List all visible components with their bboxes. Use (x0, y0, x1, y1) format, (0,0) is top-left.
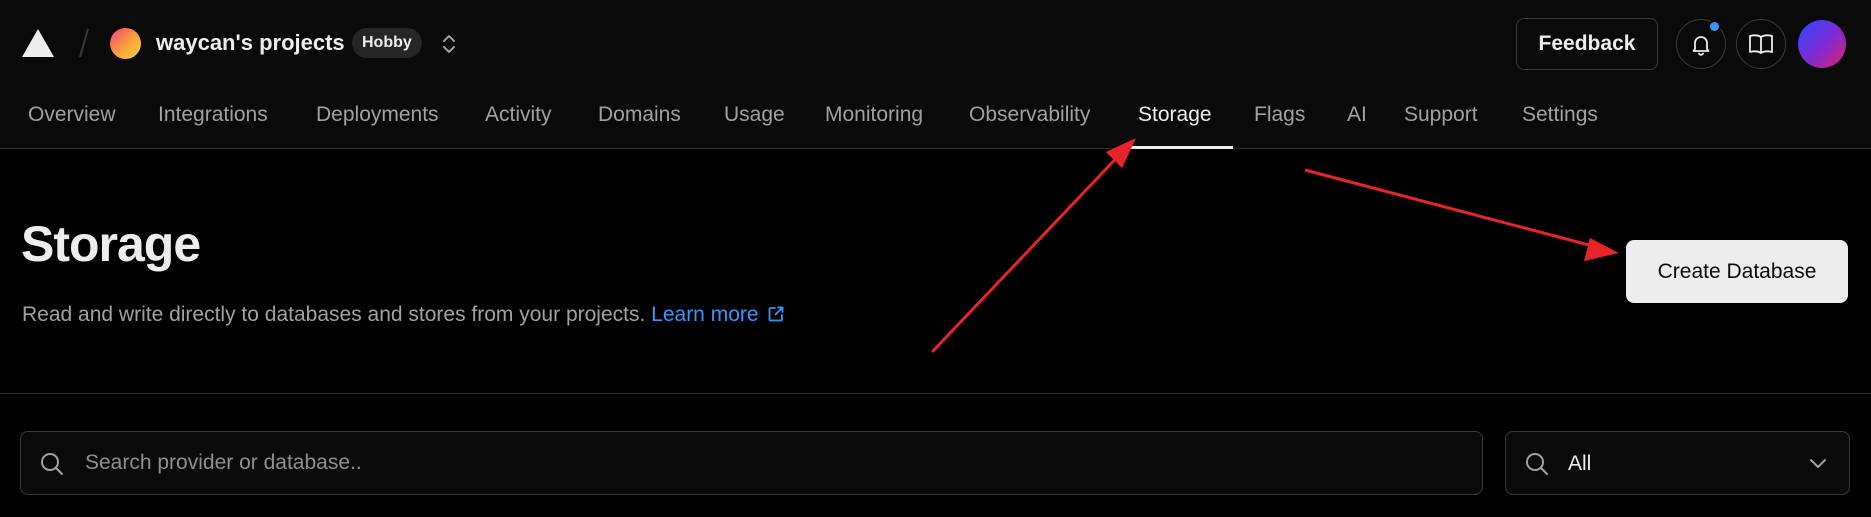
bell-icon (1692, 36, 1710, 56)
slash-divider-icon (79, 28, 89, 58)
search-input[interactable] (83, 442, 1463, 484)
tab-flags[interactable]: Flags (1254, 100, 1305, 130)
tab-settings[interactable]: Settings (1522, 100, 1598, 130)
tab-observability[interactable]: Observability (969, 100, 1090, 130)
arrow-to-create-database (1304, 168, 1619, 261)
external-link-icon (768, 306, 783, 322)
tab-monitoring[interactable]: Monitoring (825, 100, 923, 130)
active-tab-indicator (1123, 146, 1233, 149)
tab-domains[interactable]: Domains (598, 100, 681, 130)
tab-usage[interactable]: Usage (724, 100, 785, 130)
book-icon (1749, 34, 1773, 54)
section-divider (0, 393, 1871, 394)
team-avatar[interactable] (110, 28, 141, 59)
provider-filter-select[interactable]: All (1505, 431, 1850, 495)
notifications-button[interactable] (1676, 19, 1726, 69)
vercel-logo-icon[interactable] (20, 27, 56, 59)
tab-overview[interactable]: Overview (28, 100, 116, 130)
tab-support[interactable]: Support (1404, 100, 1478, 130)
tab-ai[interactable]: AI (1347, 100, 1367, 130)
team-name[interactable]: waycan's projects (156, 28, 345, 58)
learn-more-link[interactable]: Learn more (651, 303, 784, 326)
chevron-down-icon (1810, 459, 1826, 468)
filter-selected-value: All (1568, 452, 1592, 475)
page-description: Read and write directly to databases and… (22, 300, 785, 330)
chevron-up-down-icon[interactable] (440, 30, 458, 58)
project-nav: Overview Integrations Deployments Activi… (0, 88, 1871, 149)
tab-deployments[interactable]: Deployments (316, 100, 439, 130)
create-database-button[interactable]: Create Database (1626, 240, 1848, 303)
top-bar: waycan's projects Hobby Feedback (0, 0, 1871, 88)
search-icon (1526, 453, 1548, 475)
feedback-button[interactable]: Feedback (1516, 18, 1658, 70)
description-text: Read and write directly to databases and… (22, 303, 646, 326)
user-avatar[interactable] (1798, 20, 1846, 68)
learn-more-label: Learn more (651, 303, 759, 326)
tab-integrations[interactable]: Integrations (158, 100, 268, 130)
tab-activity[interactable]: Activity (485, 100, 552, 130)
tab-storage[interactable]: Storage (1138, 100, 1212, 130)
page-title: Storage (21, 216, 201, 272)
arrow-to-storage-tab (930, 138, 1136, 354)
notification-dot (1708, 20, 1721, 33)
search-icon (41, 453, 63, 475)
docs-button[interactable] (1736, 19, 1786, 69)
plan-badge: Hobby (352, 28, 422, 58)
search-field[interactable] (20, 431, 1483, 495)
